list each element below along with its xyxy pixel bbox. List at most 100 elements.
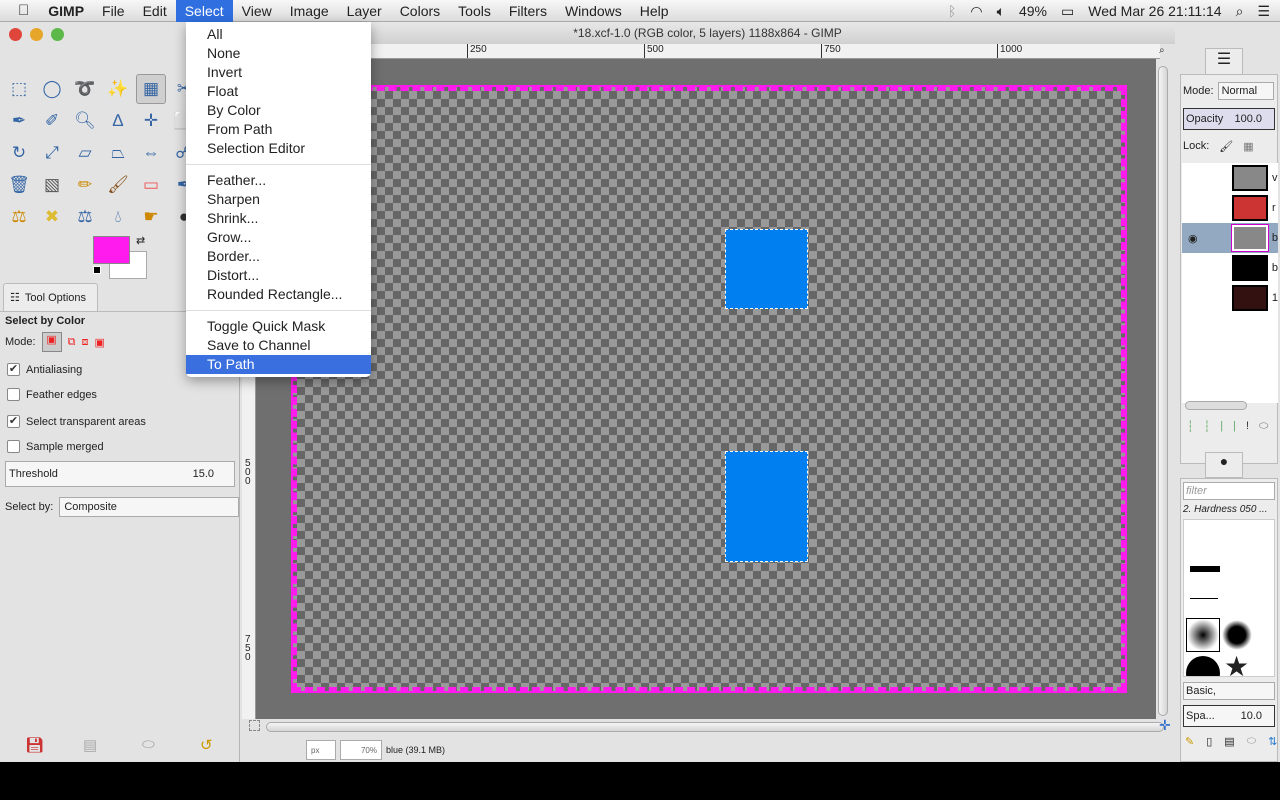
menu-item-distort[interactable]: Distort...	[186, 266, 371, 285]
ellipse-select-icon[interactable]: ◯	[37, 74, 67, 104]
lock-alpha-icon[interactable]: ▦	[1243, 140, 1253, 153]
mode-replace-icon[interactable]: ▣	[41, 332, 62, 352]
navigate-icon[interactable]: ✛	[1159, 717, 1171, 734]
heal-icon[interactable]: ✖	[37, 202, 67, 232]
menu-colors[interactable]: Colors	[391, 0, 449, 22]
menu-item-rounded-rectangle[interactable]: Rounded Rectangle...	[186, 285, 371, 304]
menu-item-from-path[interactable]: From Path	[186, 120, 371, 139]
menu-item-by-color[interactable]: By Color	[186, 101, 371, 120]
brush-filter-input[interactable]: filter	[1183, 482, 1275, 500]
select-by-color-icon[interactable]: ▦	[136, 74, 166, 104]
rotate-icon[interactable]: ↻	[4, 138, 34, 168]
close-button[interactable]	[9, 28, 22, 41]
layer-row[interactable]: r	[1182, 193, 1278, 223]
unit-select[interactable]: px	[306, 740, 336, 760]
battery-icon[interactable]: ▭	[1061, 3, 1074, 20]
save-options-icon[interactable]: 💾︎	[25, 736, 44, 754]
paintbrush-icon[interactable]: 🖌︎	[103, 170, 133, 200]
layer-row[interactable]: 1	[1182, 283, 1278, 313]
transparent-checkbox[interactable]: ✔ Select transparent areas	[7, 415, 146, 428]
edit-brush-icon[interactable]: ✎	[1185, 735, 1194, 748]
layer-row[interactable]: v	[1182, 163, 1278, 193]
scale-icon[interactable]: ⤢	[37, 138, 67, 168]
brush-preview[interactable]	[1190, 598, 1218, 599]
zoom-select[interactable]: 70%	[340, 740, 382, 760]
menu-select[interactable]: Select	[175, 0, 233, 22]
delete-layer-icon[interactable]: ⬭	[1259, 420, 1268, 433]
perspective-icon[interactable]: ⏢	[103, 138, 133, 168]
canvas-area[interactable]	[256, 59, 1156, 719]
layers-tab[interactable]: ☰	[1205, 48, 1243, 74]
layer-list-scrollbar[interactable]	[1185, 401, 1247, 410]
menu-app[interactable]: GIMP	[39, 0, 93, 22]
zoom-button[interactable]	[51, 28, 64, 41]
horizontal-ruler[interactable]: 250 500 750 1000	[256, 44, 1160, 59]
spacing-slider[interactable]: Spa... 10.0	[1183, 705, 1275, 727]
zoom-fit-icon[interactable]: ⌕	[1159, 45, 1165, 56]
menu-filters[interactable]: Filters	[500, 0, 556, 22]
brush-tag-dropdown[interactable]: Basic,	[1183, 682, 1275, 700]
lasso-icon[interactable]: ➰	[70, 74, 100, 104]
quick-mask-icon[interactable]	[249, 720, 260, 731]
layer-row[interactable]: b	[1182, 253, 1278, 283]
paths-icon[interactable]: ✒	[4, 106, 34, 136]
blur-icon[interactable]: 💧︎	[103, 202, 133, 232]
move-icon[interactable]: ✛	[136, 106, 166, 136]
swap-colors-icon[interactable]: ⇄	[136, 234, 145, 247]
restore-options-icon[interactable]: ▤	[83, 736, 97, 754]
menu-tools[interactable]: Tools	[449, 0, 500, 22]
fuzzy-select-icon[interactable]: ✨	[103, 74, 133, 104]
pencil-icon[interactable]: ✏	[70, 170, 100, 200]
menu-item-toggle-quick-mask[interactable]: Toggle Quick Mask	[186, 317, 371, 336]
vertical-scrollbar[interactable]	[1158, 66, 1168, 716]
menu-item-border[interactable]: Border...	[186, 247, 371, 266]
menu-edit[interactable]: Edit	[134, 0, 176, 22]
foreground-color[interactable]	[93, 236, 130, 264]
menu-item-feather[interactable]: Feather...	[186, 171, 371, 190]
antialiasing-checkbox[interactable]: ✔ Antialiasing	[7, 363, 82, 376]
clock[interactable]: Wed Mar 26 21:11:14	[1088, 3, 1221, 19]
minimize-button[interactable]	[30, 28, 43, 41]
refresh-brushes-icon[interactable]: ⇅	[1268, 735, 1277, 748]
bucket-fill-icon[interactable]: 🗑︎	[4, 170, 34, 200]
rect-select-icon[interactable]: ⬚	[4, 74, 34, 104]
duplicate-brush-icon[interactable]: ▤	[1224, 735, 1234, 748]
menu-item-sharpen[interactable]: Sharpen	[186, 190, 371, 209]
menu-help[interactable]: Help	[631, 0, 678, 22]
spotlight-icon[interactable]: ⌕	[1236, 3, 1244, 20]
menu-layer[interactable]: Layer	[338, 0, 391, 22]
sample-merged-checkbox[interactable]: Sample merged	[7, 440, 104, 453]
bluetooth-icon[interactable]: ᛒ	[948, 3, 956, 19]
brush-preview[interactable]	[1186, 656, 1220, 676]
selected-blue-rect[interactable]	[725, 229, 808, 309]
lock-pixels-icon[interactable]: 🖌︎	[1219, 140, 1233, 153]
brush-preview-selected[interactable]	[1186, 618, 1220, 652]
reset-options-icon[interactable]: ↺	[200, 736, 213, 754]
new-brush-icon[interactable]: ▯	[1206, 735, 1212, 748]
menu-item-invert[interactable]: Invert	[186, 63, 371, 82]
visibility-eye-icon[interactable]: ◉	[1188, 232, 1198, 245]
lower-layer-icon[interactable]: |	[1220, 420, 1223, 433]
zoom-icon[interactable]: 🔍︎	[70, 106, 100, 136]
brushes-tab[interactable]: ●	[1205, 452, 1243, 478]
menu-view[interactable]: View	[233, 0, 281, 22]
menu-item-float[interactable]: Float	[186, 82, 371, 101]
select-by-dropdown[interactable]: Composite	[59, 497, 240, 517]
battery-percent[interactable]: 49%	[1019, 3, 1047, 19]
apple-icon[interactable]: 	[0, 0, 39, 22]
brush-preview[interactable]	[1222, 620, 1252, 650]
new-layer-icon[interactable]: ┆	[1187, 420, 1194, 433]
menu-item-all[interactable]: All	[186, 25, 371, 44]
volume-icon[interactable]: 🔈︎	[997, 3, 1005, 20]
brush-preview[interactable]: ★	[1224, 650, 1249, 676]
tab-tool-options[interactable]: ☷ Tool Options	[3, 283, 98, 311]
delete-options-icon[interactable]: ⬭	[142, 736, 155, 753]
menu-windows[interactable]: Windows	[556, 0, 631, 22]
mode-subtract-icon[interactable]: ⧈	[81, 336, 88, 349]
clone-icon[interactable]: ⚖	[4, 202, 34, 232]
selected-blue-rect[interactable]	[725, 451, 808, 562]
perspective-clone-icon[interactable]: ⚖	[70, 202, 100, 232]
menu-item-to-path[interactable]: To Path	[186, 355, 371, 374]
menu-item-grow[interactable]: Grow...	[186, 228, 371, 247]
brush-grid[interactable]: ★	[1183, 519, 1275, 677]
